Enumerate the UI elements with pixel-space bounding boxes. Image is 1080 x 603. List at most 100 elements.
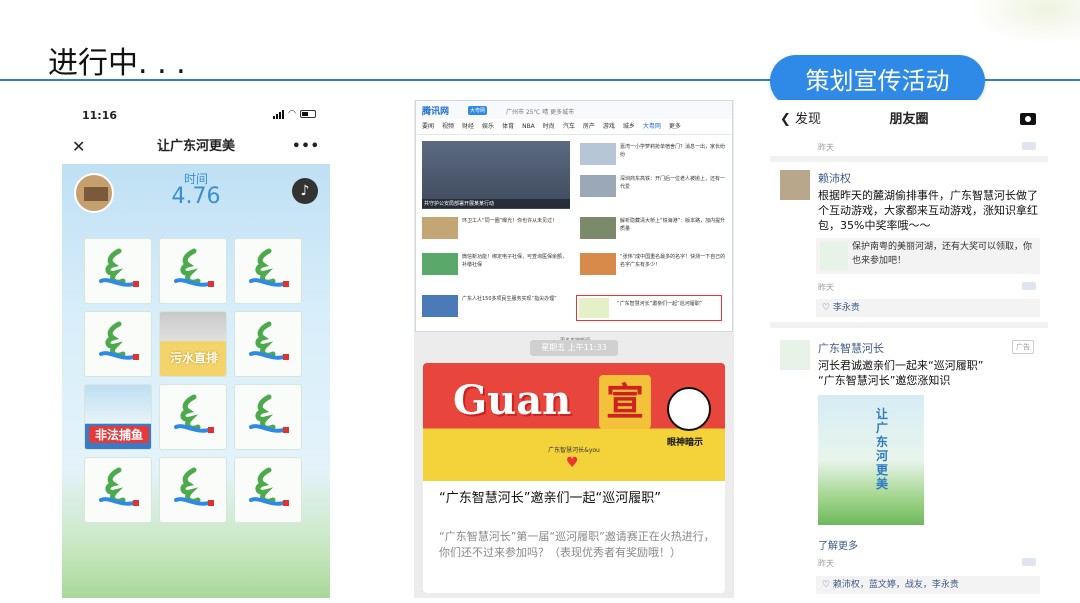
camera-icon[interactable] <box>1020 113 1036 125</box>
avatar[interactable] <box>780 340 810 370</box>
memory-card[interactable] <box>234 311 302 377</box>
comment-dots-icon[interactable] <box>1022 558 1036 566</box>
card-label: 污水直排 <box>169 351 218 365</box>
news-tab[interactable]: 更多 <box>669 119 681 134</box>
close-icon[interactable]: ✕ <box>72 130 85 164</box>
news-badge: 大粤网 <box>468 106 488 115</box>
memory-card[interactable] <box>234 384 302 450</box>
moments-nav-bar: ❮ 发现 朋友圈 <box>770 100 1048 140</box>
post-time: 昨天 <box>818 559 834 568</box>
news-tab[interactable]: 视频 <box>442 119 454 134</box>
banner-word: Guan <box>453 377 572 424</box>
nav-bar: ✕ 让广东河更美 ••• <box>62 130 330 164</box>
avatar[interactable] <box>780 170 810 200</box>
learn-more-link[interactable]: 了解更多 <box>818 537 858 552</box>
news-tab[interactable]: 游戏 <box>603 119 615 134</box>
post-author[interactable]: 赖沛权 <box>818 170 851 186</box>
news-item[interactable]: 嘉湾一小学萝莉抢单宿舍门？消息一出，家长纷纷 <box>620 143 728 159</box>
news-tab[interactable]: 娱乐 <box>482 119 494 134</box>
news-portal: 腾讯网 大粤网 广州市 25℃ 晴 更多城市 要闻 视频 财经 娱乐 体育 NBA 时尚 汽车… <box>415 100 733 344</box>
news-tab[interactable]: 要闻 <box>422 119 434 134</box>
poster-image[interactable]: 让广东河更美 <box>818 395 924 525</box>
banner-subtitle: 广东智慧河长&you <box>548 447 600 454</box>
post-text: 根据昨天的麓湖偷排事件，广东智慧河长做了个互动游戏，大家都来互动游戏，涨知识拿红… <box>818 189 1038 232</box>
river-logo-icon <box>174 467 214 506</box>
illegal-fishing-card[interactable]: 非法捕鱼 <box>84 384 152 450</box>
ad-tag[interactable]: 广告 <box>1012 340 1034 354</box>
sound-toggle-button[interactable]: ♪ <box>292 178 318 204</box>
memory-card[interactable] <box>84 238 152 304</box>
memory-card[interactable] <box>159 238 227 304</box>
news-thumb <box>422 253 458 275</box>
news-item[interactable]: 广东人社150多项民生服务实现“指尖办理” <box>462 295 570 303</box>
memory-card[interactable] <box>84 311 152 377</box>
news-tab[interactable]: 汽车 <box>563 119 575 134</box>
sewage-card[interactable]: 污水直排 <box>159 311 227 377</box>
message-description: “广东智慧河长”第一届“巡河履职”邀请赛正在火热进行，你们还不过来参加吗？（表现… <box>439 530 715 559</box>
river-logo-icon <box>249 248 289 287</box>
memory-card[interactable] <box>234 238 302 304</box>
river-logo-icon <box>99 321 139 360</box>
comment-dots-icon[interactable] <box>1022 282 1036 290</box>
signal-icon <box>273 109 285 119</box>
comment-dots-icon[interactable] <box>1022 142 1036 150</box>
news-tab[interactable]: 财经 <box>462 119 474 134</box>
likes-bar: ♡ 李永贵 <box>816 299 1040 317</box>
news-tab[interactable]: NBA <box>522 119 535 134</box>
memory-card[interactable] <box>234 457 302 523</box>
river-logo-icon <box>99 467 139 506</box>
heart-icon: ♥ <box>566 455 579 471</box>
highlighted-news-item[interactable]: “广东智慧河长”邀亲们一起“巡河履职” <box>576 295 722 321</box>
news-item[interactable]: 微信新功能！绑定电子社保，可查询医保余额，补缴社保 <box>462 253 570 269</box>
river-logo-icon <box>174 248 214 287</box>
news-thumb <box>580 217 616 239</box>
link-text: 保护南粤的美丽河湖，还有大奖可以领取，你也来参加吧！ <box>852 242 1033 266</box>
game-phone-screenshot: 11:16 ◠ ✕ 让广东河更美 ••• 时间 4.76 ♪ 污水直排 非法捕鱼 <box>62 100 330 598</box>
shared-link[interactable]: 保护南粤的美丽河湖，还有大奖可以领取，你也来参加吧！ <box>816 238 1040 274</box>
post-author[interactable]: 广东智慧河长 <box>818 340 884 356</box>
moments-feed: 昨天 赖沛权 根据昨天的麓湖偷排事件，广东智慧河长做了个互动游戏，大家都来互动游… <box>770 140 1048 600</box>
news-item[interactable]: 深圳商东高铁：开门后一位老人被抛上，还有一代爱 <box>620 175 728 191</box>
more-dots-icon[interactable]: ••• <box>292 130 320 164</box>
post-time: 昨天 <box>818 143 834 152</box>
news-item[interactable]: 解析隐藏清大桥上“铁海港”：版本路，加内提升质量 <box>620 217 728 233</box>
message-title: “广东智慧河长”邀亲们一起“巡河履职” <box>439 491 661 506</box>
news-tab[interactable]: 房产 <box>583 119 595 134</box>
news-thumb <box>579 298 609 318</box>
news-item[interactable]: “张伟”成中国重名最多的名字！快测一下自己的名字广东有多少！ <box>620 253 728 269</box>
news-tab[interactable]: 大粤网 <box>643 119 661 134</box>
divider <box>770 322 1048 328</box>
news-hero-caption[interactable]: 共守护公安局部署开展某某行动 <box>422 199 570 208</box>
news-body: 共守护公安局部署开展某某行动 嘉湾一小学萝莉抢单宿舍门？消息一出，家长纷纷 深圳… <box>416 135 732 344</box>
memory-card[interactable] <box>159 457 227 523</box>
moments-screenshot: ❮ 发现 朋友圈 昨天 赖沛权 根据昨天的麓湖偷排事件，广东智慧河长做了个互动游… <box>770 100 1048 600</box>
slide-title: 进行中. . . <box>48 46 186 81</box>
news-logo: 腾讯网 <box>422 107 450 117</box>
slide: 进行中. . . 策划宣传活动 11:16 ◠ ✕ 让广东河更美 ••• 时间 … <box>0 0 1080 603</box>
status-icons: ◠ <box>273 109 316 119</box>
status-bar: 11:16 ◠ <box>62 100 330 130</box>
status-time: 11:16 <box>82 109 118 122</box>
post-text: 河长君诚邀亲们一起来“巡河履职” “广东智慧河长”邀您涨知识 <box>818 359 984 387</box>
river-logo-icon <box>249 321 289 360</box>
news-chat-screenshot: 腾讯网 大粤网 广州市 25℃ 晴 更多城市 要闻 视频 财经 娱乐 体育 NBA 时尚 汽车… <box>414 100 734 598</box>
wifi-icon: ◠ <box>288 109 296 119</box>
river-logo-icon <box>99 248 139 287</box>
shared-link-card[interactable]: Guan 宣 眼神暗示 广东智慧河长&you ♥ “广东智慧河长”邀亲们一起“巡… <box>423 363 725 593</box>
news-thumb <box>422 217 458 239</box>
news-item[interactable]: 环卫工人“同一圈”曝光！你也许从未见过！ <box>462 217 570 225</box>
river-logo-icon <box>249 467 289 506</box>
news-tab[interactable]: 时尚 <box>543 119 555 134</box>
news-tabs: 要闻 视频 财经 娱乐 体育 NBA 时尚 汽车 房产 游戏 城乡 大粤网 更多 <box>416 119 732 135</box>
news-thumb <box>580 143 616 165</box>
card-label: 非法捕鱼 <box>89 426 149 443</box>
memory-card[interactable] <box>84 457 152 523</box>
battery-icon <box>300 110 316 118</box>
memory-card[interactable] <box>159 384 227 450</box>
corner-decoration <box>970 0 1080 45</box>
news-tab[interactable]: 体育 <box>502 119 514 134</box>
river-logo-icon <box>174 394 214 433</box>
face-illustration <box>667 387 711 431</box>
banner-image: Guan 宣 眼神暗示 广东智慧河长&you ♥ <box>423 363 725 481</box>
news-tab[interactable]: 城乡 <box>623 119 635 134</box>
